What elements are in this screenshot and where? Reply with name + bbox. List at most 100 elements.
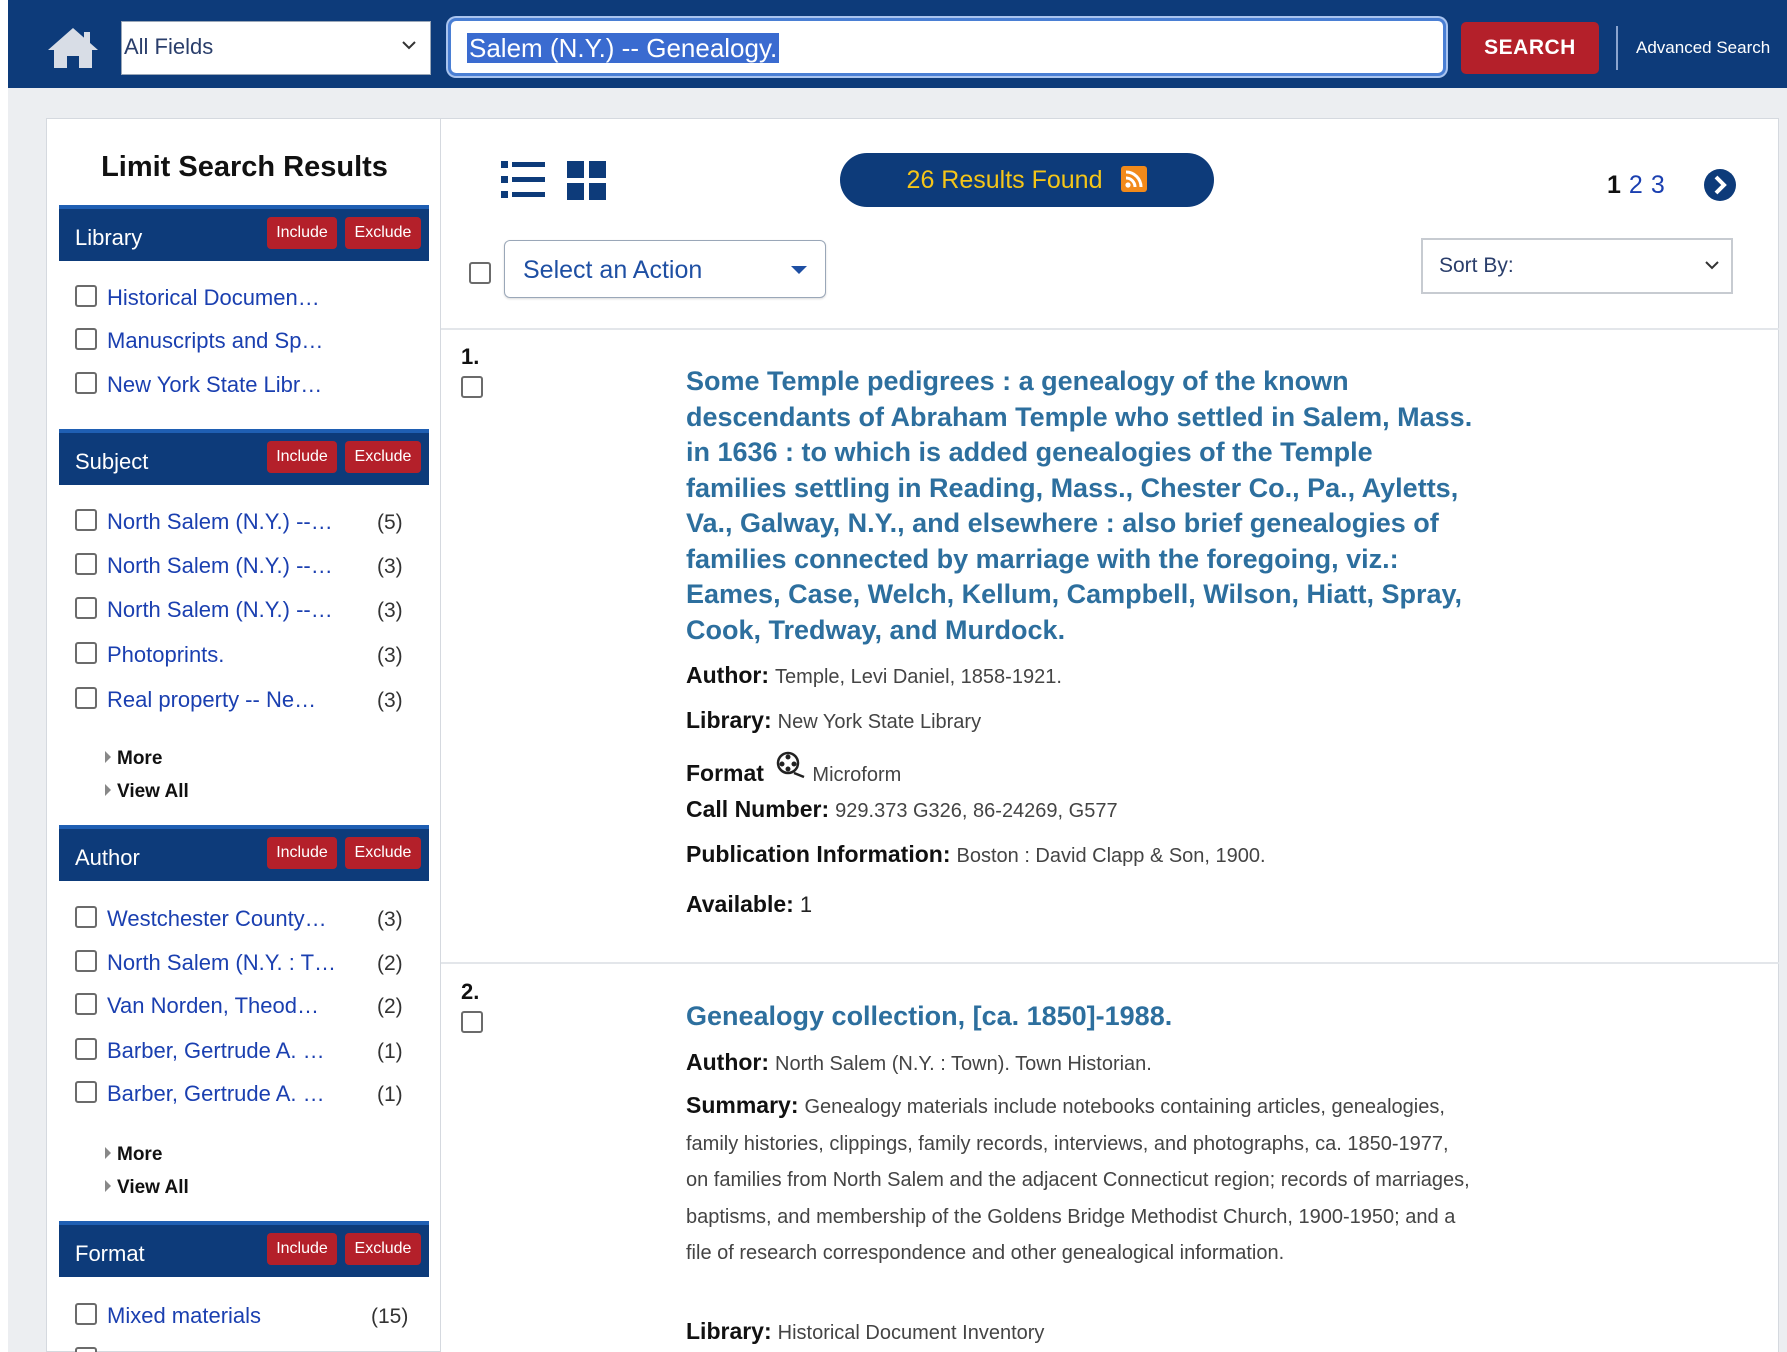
more-label: More — [117, 1144, 163, 1165]
grid-view-icon[interactable] — [567, 159, 607, 201]
facet-label[interactable]: Historical Documen… — [107, 285, 320, 311]
caret-right-icon — [105, 1180, 111, 1192]
facet-checkbox[interactable] — [75, 509, 97, 531]
result-available: Available: 1 — [686, 891, 812, 918]
facet-count: (5) — [377, 511, 403, 534]
results-count-badge: 26 Results Found — [840, 153, 1214, 207]
more-link[interactable]: More — [105, 748, 162, 770]
exclude-button[interactable]: Exclude — [345, 1233, 421, 1265]
field-label: Author: — [686, 1049, 770, 1075]
facet-item: Manuscripts and Sp… — [75, 326, 415, 356]
field-value: 1 — [799, 892, 813, 917]
facet-label[interactable]: North Salem (N.Y.) --… — [107, 509, 333, 535]
page-link[interactable]: 3 — [1651, 171, 1665, 199]
facet-label[interactable]: Manuscripts and Sp… — [107, 328, 323, 354]
caret-down-icon — [791, 266, 807, 274]
facet-item — [75, 1345, 415, 1352]
facet-checkbox[interactable] — [75, 1081, 97, 1103]
caret-right-icon — [105, 751, 111, 763]
facet-checkbox[interactable] — [75, 553, 97, 575]
result-number: 2. — [461, 979, 480, 1004]
facet-label[interactable]: North Salem (N.Y. : T… — [107, 950, 336, 976]
sort-select[interactable]: Sort By: — [1421, 238, 1733, 294]
facet-label[interactable]: Van Norden, Theod… — [107, 993, 319, 1019]
facet-label[interactable]: Mixed materials — [107, 1303, 261, 1329]
select-all-checkbox[interactable] — [469, 262, 491, 284]
results-panel: 26 Results Found 1 23 Select an Action So… — [441, 118, 1779, 1352]
facet-label[interactable]: Photoprints. — [107, 642, 224, 668]
facet-item: North Salem (N.Y.) --… (3) — [75, 595, 415, 625]
rss-icon[interactable] — [1121, 166, 1148, 192]
facet-label[interactable]: Westchester County… — [107, 906, 327, 932]
view-all-link[interactable]: View All — [105, 1177, 189, 1199]
chevron-down-icon — [402, 41, 416, 50]
more-link[interactable]: More — [105, 1144, 162, 1166]
facet-label[interactable]: New York State Libr… — [107, 372, 322, 398]
search-field-value: All Fields — [124, 34, 214, 59]
facet-checkbox[interactable] — [75, 642, 97, 664]
exclude-button[interactable]: Exclude — [345, 217, 421, 249]
include-button[interactable]: Include — [267, 441, 337, 473]
home-icon[interactable] — [46, 26, 100, 70]
include-button[interactable]: Include — [267, 217, 337, 249]
include-button[interactable]: Include — [267, 1233, 337, 1265]
facet-label[interactable]: North Salem (N.Y.) --… — [107, 553, 333, 579]
facet-checkbox[interactable] — [75, 1038, 97, 1060]
result-title-link[interactable]: Some Temple pedigrees : a genealogy of t… — [686, 364, 1476, 648]
facet-checkbox[interactable] — [75, 597, 97, 619]
field-label: Library: — [686, 1318, 772, 1344]
field-value: Microform — [812, 764, 902, 786]
facet-item: Real property -- Ne… (3) — [75, 685, 415, 715]
facet-checkbox[interactable] — [75, 950, 97, 972]
include-button[interactable]: Include — [267, 837, 337, 869]
facet-title: Subject — [75, 449, 149, 474]
facet-item: Mixed materials (15) — [75, 1301, 415, 1331]
facet-label[interactable]: Real property -- Ne… — [107, 687, 316, 713]
result-checkbox[interactable] — [461, 376, 483, 398]
view-all-label: View All — [117, 781, 189, 802]
facet-count: (3) — [377, 644, 403, 667]
facet-title: Author — [75, 845, 140, 870]
advanced-search-link[interactable]: Advanced Search — [1636, 38, 1770, 58]
result-title-link[interactable]: Genealogy collection, [ca. 1850]-1988. — [686, 999, 1476, 1035]
facet-item: Van Norden, Theod… (2) — [75, 991, 415, 1021]
field-label: Summary: — [686, 1092, 799, 1118]
next-page-icon[interactable] — [1703, 168, 1737, 202]
facet-item: North Salem (N.Y.) --… (3) — [75, 551, 415, 581]
facet-label[interactable]: Barber, Gertrude A. … — [107, 1038, 325, 1064]
facet-checkbox[interactable] — [75, 1347, 97, 1352]
list-view-icon[interactable] — [501, 159, 545, 201]
exclude-button[interactable]: Exclude — [345, 441, 421, 473]
facet-label[interactable]: North Salem (N.Y.) --… — [107, 597, 333, 623]
result-checkbox[interactable] — [461, 1011, 483, 1033]
facet-checkbox[interactable] — [75, 285, 97, 307]
result-publication: Publication Information: Boston : David C… — [686, 841, 1266, 868]
field-value: Historical Document Inventory — [777, 1322, 1045, 1344]
facet-count: (3) — [377, 689, 403, 712]
result-call-number: Call Number: 929.373 G326, 86-24269, G577 — [686, 796, 1118, 823]
page-link[interactable]: 2 — [1629, 171, 1643, 199]
field-value: 929.373 G326, 86-24269, G577 — [835, 800, 1118, 822]
result-library: Library: New York State Library — [686, 707, 981, 734]
search-button[interactable]: SEARCH — [1461, 22, 1599, 74]
view-all-link[interactable]: View All — [105, 781, 189, 803]
facet-item: Westchester County… (3) — [75, 904, 415, 934]
facet-count: (3) — [377, 599, 403, 622]
facet-checkbox[interactable] — [75, 906, 97, 928]
facet-checkbox[interactable] — [75, 1303, 97, 1325]
field-label: Available: — [686, 891, 794, 917]
facet-checkbox[interactable] — [75, 687, 97, 709]
facet-checkbox[interactable] — [75, 993, 97, 1015]
facet-item: Barber, Gertrude A. … (1) — [75, 1036, 415, 1066]
field-value: Boston : David Clapp & Son, 1900. — [956, 845, 1266, 867]
facet-label[interactable]: Barber, Gertrude A. … — [107, 1081, 325, 1107]
search-field-select[interactable]: All Fields — [121, 21, 431, 75]
exclude-button[interactable]: Exclude — [345, 837, 421, 869]
caret-right-icon — [105, 1147, 111, 1159]
divider — [441, 962, 1779, 964]
field-label: Library: — [686, 707, 772, 733]
facet-checkbox[interactable] — [75, 372, 97, 394]
facet-checkbox[interactable] — [75, 328, 97, 350]
action-select[interactable]: Select an Action — [504, 240, 826, 298]
search-input[interactable]: Salem (N.Y.) -- Genealogy. — [448, 18, 1446, 76]
